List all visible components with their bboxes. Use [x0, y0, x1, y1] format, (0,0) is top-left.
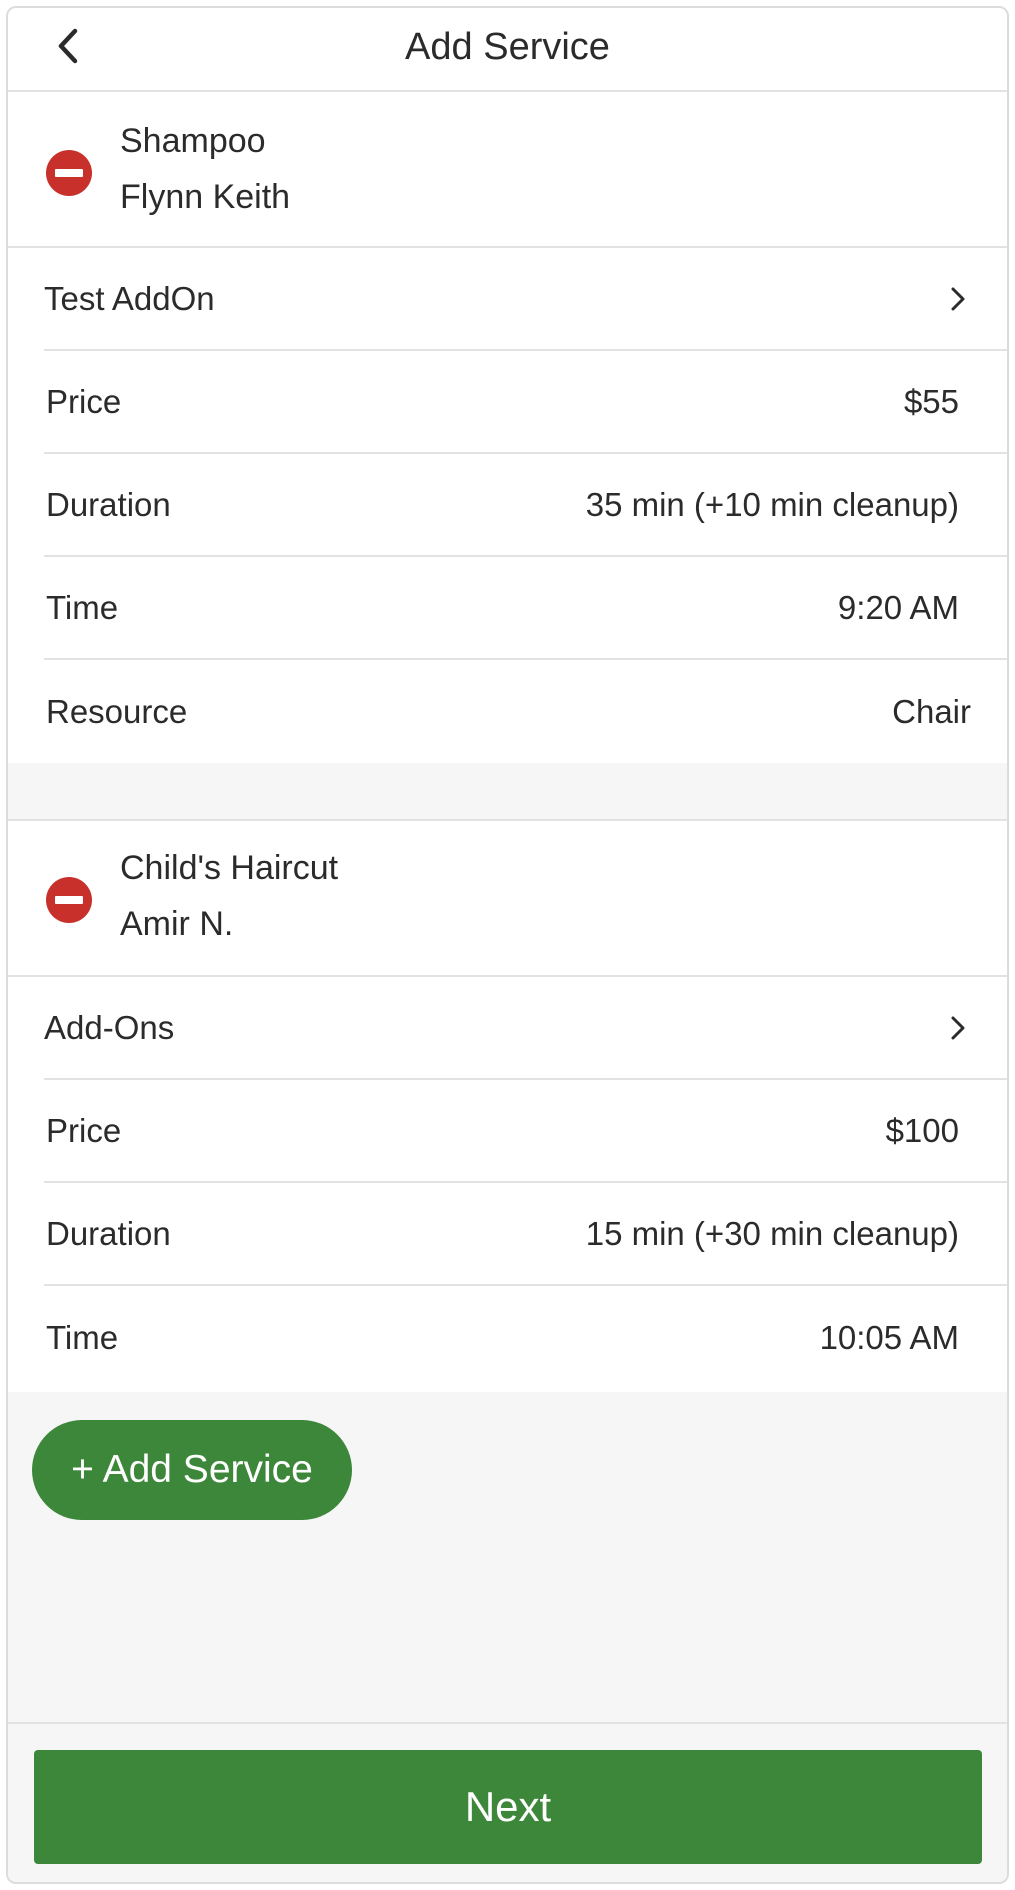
price-label: Price	[46, 1111, 122, 1149]
price-value: $100	[885, 1111, 959, 1149]
time-value: 9:20 AM	[837, 588, 959, 626]
app-screen: Add Service Shampoo Flynn Keith Test Add…	[6, 6, 1009, 1884]
duration-value: 35 min (+10 min cleanup)	[585, 485, 959, 523]
service-header: Child's Haircut Amir N.	[8, 821, 1007, 977]
chevron-right-icon	[947, 1015, 969, 1041]
resource-value: Chair	[892, 692, 971, 730]
next-button[interactable]: Next	[34, 1750, 982, 1864]
service-header: Shampoo Flynn Keith	[8, 92, 1007, 248]
service-staff: Flynn Keith	[120, 178, 291, 216]
time-label: Time	[46, 588, 119, 626]
duration-row[interactable]: Duration 35 min (+10 min cleanup)	[44, 454, 1007, 557]
price-row[interactable]: Price $100	[44, 1080, 1007, 1183]
service-name: Child's Haircut	[120, 849, 339, 887]
service-staff: Amir N.	[120, 905, 234, 943]
resource-row[interactable]: Resource Chair	[44, 660, 1007, 763]
footer-bar: Next	[8, 1722, 1007, 1882]
remove-service-button[interactable]	[46, 877, 92, 923]
duration-value: 15 min (+30 min cleanup)	[585, 1214, 959, 1252]
minus-icon	[55, 896, 83, 904]
minus-icon	[55, 169, 83, 177]
price-row[interactable]: Price $55	[44, 351, 1007, 454]
addons-label: Test AddOn	[44, 279, 215, 317]
remove-service-button[interactable]	[46, 150, 92, 196]
addons-label: Add-Ons	[44, 1008, 175, 1046]
time-value: 10:05 AM	[819, 1318, 959, 1356]
price-label: Price	[46, 382, 122, 420]
price-value: $55	[903, 382, 959, 420]
addons-row[interactable]: Test AddOn	[44, 248, 1007, 351]
time-row[interactable]: Time 10:05 AM	[44, 1286, 1007, 1389]
back-button[interactable]	[44, 22, 92, 70]
time-label: Time	[46, 1318, 119, 1356]
resource-label: Resource	[46, 692, 188, 730]
duration-label: Duration	[46, 1214, 171, 1252]
header-bar: Add Service	[8, 8, 1007, 92]
addons-row[interactable]: Add-Ons	[44, 977, 1007, 1080]
service-name: Shampoo	[120, 122, 266, 160]
add-service-button[interactable]: + Add Service	[32, 1420, 352, 1520]
duration-row[interactable]: Duration 15 min (+30 min cleanup)	[44, 1183, 1007, 1286]
chevron-left-icon	[58, 28, 78, 64]
duration-label: Duration	[46, 485, 171, 523]
time-row[interactable]: Time 9:20 AM	[44, 557, 1007, 660]
chevron-right-icon	[947, 286, 969, 312]
page-title: Add Service	[405, 26, 610, 68]
service-card: Shampoo Flynn Keith Test AddOn Price $55…	[8, 92, 1007, 763]
service-card: Child's Haircut Amir N. Add-Ons Price $1…	[8, 819, 1007, 1392]
